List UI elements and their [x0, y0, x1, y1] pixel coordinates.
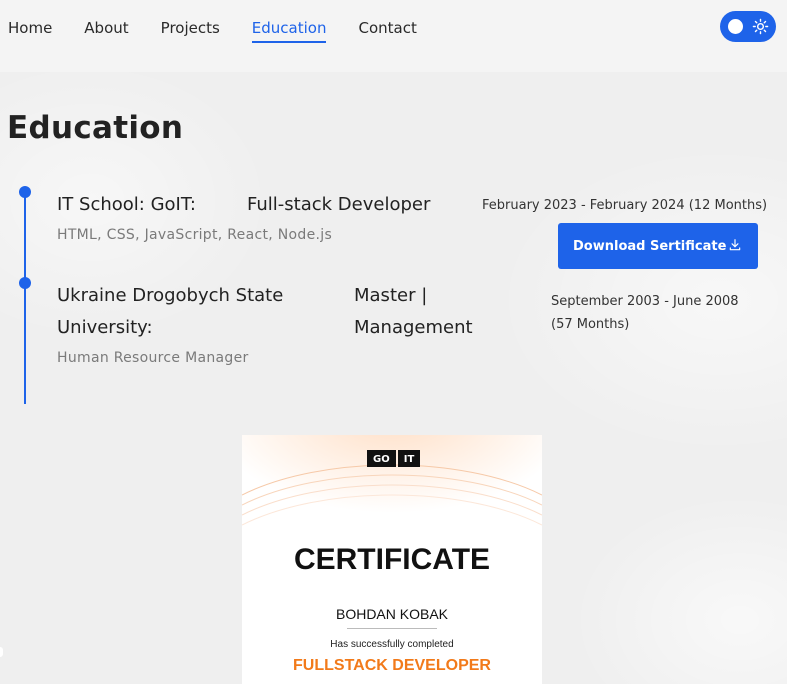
certificate-image: GO IT CERTIFICATE BOHDAN KOBAK Has succe…: [242, 435, 542, 684]
nav-links: Home About Projects Education Contact: [8, 0, 417, 56]
certificate-course: FULLSTACK DEVELOPER: [293, 657, 491, 674]
timeline-dot: [19, 186, 31, 198]
certificate-recipient: BOHDAN KOBAK: [335, 606, 449, 622]
timeline-dot: [19, 277, 31, 289]
course-details: Human Resource Manager: [57, 350, 249, 366]
degree-title: Full-stack Developer: [247, 194, 431, 215]
logo-part-left: GO: [367, 450, 396, 467]
top-navigation: Home About Projects Education Contact: [0, 0, 787, 72]
nav-link-education[interactable]: Education: [251, 0, 326, 56]
certificate-completed-text: Has successfully completed: [330, 639, 454, 650]
date-range: February 2023 - February 2024 (12 Months…: [482, 198, 768, 213]
goit-logo: GO IT: [367, 450, 421, 467]
school-name-line-2: University:: [57, 317, 153, 338]
theme-toggle[interactable]: [720, 11, 776, 42]
school-name-line-1: Ukraine Drogobych State: [57, 285, 284, 306]
logo-part-right: IT: [397, 450, 421, 467]
date-range-line-1: September 2003 - June 2008: [551, 294, 739, 309]
date-range-line-2: (57 Months): [551, 317, 630, 332]
download-icon: [729, 239, 741, 251]
nav-link-contact[interactable]: Contact: [358, 0, 416, 56]
timeline-line: [24, 192, 26, 404]
download-button-label: Download Sertificate: [573, 238, 727, 254]
degree-line-2: Management: [354, 317, 473, 338]
nav-link-home[interactable]: Home: [8, 0, 52, 56]
toggle-knob: [728, 19, 743, 34]
nav-link-projects[interactable]: Projects: [161, 0, 220, 56]
download-certificate-button[interactable]: Download Sertificate: [558, 223, 758, 269]
nav-link-about[interactable]: About: [84, 0, 128, 56]
edge-decoration: [0, 647, 3, 657]
course-details: HTML, CSS, JavaScript, React, Node.js: [57, 227, 333, 243]
school-name: IT School: GoIT:: [57, 194, 196, 215]
degree-line-1: Master |: [354, 285, 428, 306]
certificate-title: CERTIFICATE: [293, 543, 491, 576]
page-title: Education: [7, 110, 184, 146]
certificate-divider: [347, 628, 437, 629]
sun-icon: [752, 18, 769, 35]
